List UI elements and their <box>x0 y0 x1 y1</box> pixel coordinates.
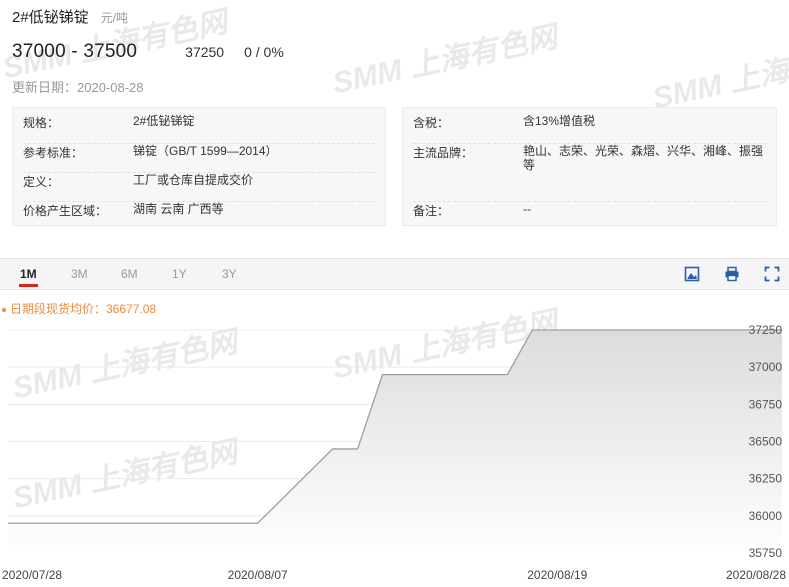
tab-3y[interactable]: 3Y <box>222 267 237 281</box>
update-date-row: 更新日期：2020-08-28 <box>12 77 777 96</box>
info-row: 规格： 2#低铋锑锭 <box>23 114 375 144</box>
update-date: 2020-08-28 <box>77 80 144 95</box>
product-title: 2#低铋锑锭 <box>12 9 89 26</box>
info-key: 主流品牌： <box>413 146 474 160</box>
price-area-chart: 37250 37000 36750 36500 36250 36000 35750 2020/… <box>2 323 786 582</box>
y-tick-label: 36250 <box>749 472 783 486</box>
price-range: 37000 - 37500 <box>12 41 138 62</box>
info-row: 主流品牌： 艳山、志荣、光荣、森熠、兴华、湘峰、振强等 <box>413 144 766 202</box>
range-tabbar: 1M 3M 6M 1Y 3Y <box>0 258 789 290</box>
info-row: 含税： 含13%增值税 <box>413 114 766 144</box>
info-value: 锑锭（GB/T 1599—2014） <box>133 144 278 158</box>
info-key: 定义： <box>23 175 60 189</box>
y-tick-label: 37000 <box>749 360 783 374</box>
info-key: 备注： <box>413 204 450 218</box>
info-value: 含13%增值税 <box>523 114 596 128</box>
image-save-icon[interactable] <box>684 266 700 282</box>
tab-3m[interactable]: 3M <box>71 267 88 281</box>
update-date-label: 更新日期： <box>12 80 78 95</box>
info-value: 2#低铋锑锭 <box>133 114 195 128</box>
info-key: 价格产生区域： <box>23 204 108 218</box>
info-value: 工厂或仓库自提成交价 <box>133 173 254 187</box>
spec-panel-right: 含税： 含13%增值税 主流品牌： 艳山、志荣、光荣、森熠、兴华、湘峰、振强等 … <box>402 107 777 226</box>
tab-1m[interactable]: 1M <box>19 267 38 287</box>
x-tick-label: 2020/08/07 <box>228 568 288 582</box>
y-tick-label: 36750 <box>749 397 783 411</box>
info-key: 规格： <box>23 116 60 130</box>
info-row: 参考标准： 锑锭（GB/T 1599—2014） <box>23 144 375 173</box>
fullscreen-icon[interactable] <box>764 266 780 282</box>
series-area <box>8 330 782 555</box>
y-tick-label: 36000 <box>749 509 783 523</box>
x-tick-label: 2020/07/28 <box>2 568 62 582</box>
info-key: 参考标准： <box>23 146 84 160</box>
info-row: 价格产生区域： 湖南 云南 广西等 <box>23 202 375 224</box>
info-key: 含税： <box>413 116 450 130</box>
price-header: 2#低铋锑锭 元/吨 37000 - 37500 37250 0 / 0% 更新… <box>12 6 777 96</box>
y-tick-label: 36500 <box>749 435 783 449</box>
info-value: 湖南 云南 广西等 <box>133 202 224 216</box>
info-row: 备注： -- <box>413 202 766 224</box>
price-change: 0 / 0% <box>244 44 284 60</box>
y-tick-label: 35750 <box>749 546 783 560</box>
info-value: 艳山、志荣、光荣、森熠、兴华、湘峰、振强等 <box>523 144 764 172</box>
average-price: 37250 <box>185 44 225 60</box>
tab-6m[interactable]: 6M <box>121 267 138 281</box>
unit-label: 元/吨 <box>100 11 129 25</box>
x-tick-label: 2020/08/28 <box>726 568 786 582</box>
spec-panel-left: 规格： 2#低铋锑锭 参考标准： 锑锭（GB/T 1599—2014） 定义： … <box>12 107 386 226</box>
y-tick-label: 37250 <box>749 323 783 337</box>
info-row: 定义： 工厂或仓库自提成交价 <box>23 173 375 202</box>
info-value: -- <box>523 202 531 216</box>
x-tick-label: 2020/08/19 <box>527 568 587 582</box>
print-icon[interactable] <box>724 266 740 282</box>
tab-1y[interactable]: 1Y <box>172 267 187 281</box>
